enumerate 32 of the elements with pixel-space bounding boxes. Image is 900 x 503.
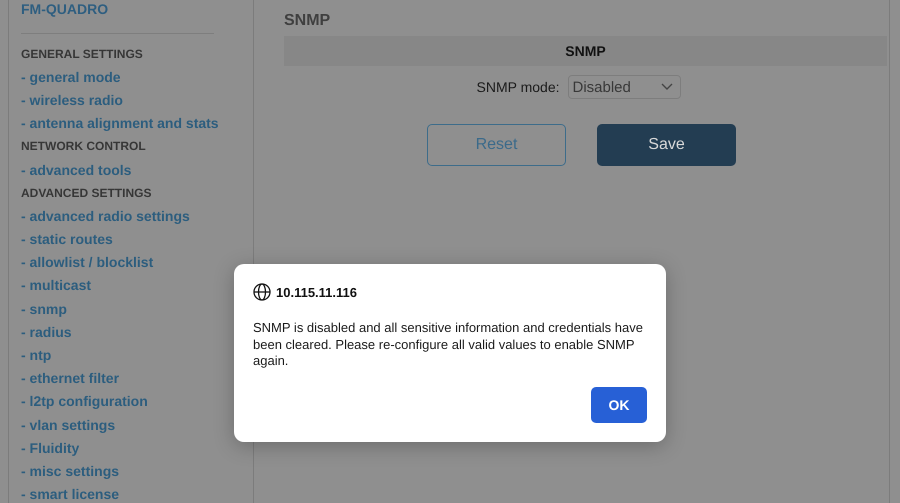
- sidebar-link[interactable]: - smart license: [21, 486, 120, 502]
- sidebar-link[interactable]: - static routes: [21, 231, 113, 248]
- dialog-message: SNMP is disabled and all sensitive information and credentials have been cleared. Please re-configure all valid values to enable SNMP again.: [253, 320, 644, 370]
- dialog-title: 10.115.11.116: [276, 284, 357, 300]
- sidebar-link[interactable]: - snmp: [21, 300, 67, 317]
- reset-button[interactable]: Reset: [427, 124, 566, 166]
- sidebar-link[interactable]: - l2tp configuration: [21, 393, 148, 410]
- section-header: SNMP: [284, 36, 887, 66]
- sidebar-link[interactable]: - Fluidity: [21, 440, 80, 456]
- sidebar-link[interactable]: - ethernet filter: [21, 370, 120, 386]
- sidebar-link[interactable]: - vlan settings: [21, 416, 116, 433]
- ok-button[interactable]: OK: [591, 387, 647, 423]
- chevron-down-icon: [660, 83, 672, 91]
- save-button[interactable]: Save: [597, 124, 736, 166]
- sidebar-link[interactable]: - ntp: [21, 347, 52, 364]
- sidebar-link[interactable]: - allowlist / blocklist: [21, 254, 154, 270]
- sidebar-link[interactable]: - advanced radio settings: [21, 208, 190, 224]
- field-label: SNMP mode:: [476, 79, 560, 95]
- section-heading: NETWORK CONTROL: [21, 139, 146, 154]
- section-heading: GENERAL SETTINGS: [21, 46, 143, 61]
- globe-icon: [253, 283, 271, 301]
- sidebar-link[interactable]: - wireless radio: [21, 92, 123, 108]
- sidebar-link[interactable]: - multicast: [21, 277, 92, 294]
- sidebar-link[interactable]: - general mode: [21, 68, 121, 85]
- section-heading: ADVANCED SETTINGS: [21, 186, 152, 200]
- mode-dropdown[interactable]: Disabled: [568, 75, 680, 99]
- logo: FM-QUADRO: [21, 1, 108, 17]
- page-title: SNMP: [284, 12, 330, 30]
- sidebar-link[interactable]: - advanced tools: [21, 162, 132, 178]
- sidebar-link[interactable]: - misc settings: [21, 462, 120, 479]
- sidebar-link[interactable]: - radius: [21, 324, 72, 340]
- sidebar-link[interactable]: - antenna alignment and stats: [21, 115, 219, 132]
